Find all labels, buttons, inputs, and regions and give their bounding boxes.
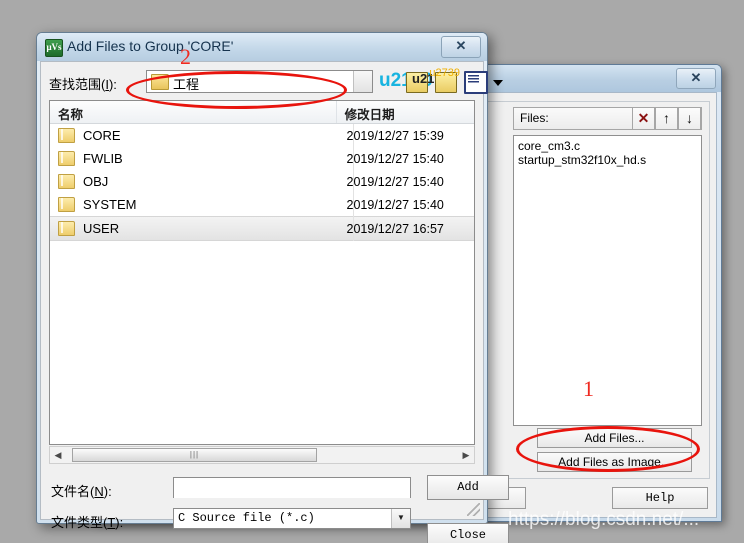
folder-icon	[58, 151, 75, 166]
chevron-down-icon[interactable]	[493, 79, 503, 86]
table-row[interactable]: SYSTEM 2019/12/27 15:40	[50, 193, 474, 216]
look-in-row: 查找范围(I): 工程	[49, 67, 503, 96]
dialog-toolbar	[379, 67, 503, 94]
chevron-down-icon[interactable]	[353, 71, 372, 92]
file-type-combobox[interactable]: C Source file (*.c) ▼	[173, 508, 411, 529]
files-panel: Files: ✕ ↑ ↓ core_cm3.c startup_stm32f10…	[513, 107, 702, 472]
row-date-cell: 2019/12/27 15:40	[346, 197, 444, 212]
folder-icon	[151, 74, 169, 90]
look-in-value: 工程	[173, 77, 200, 92]
table-row[interactable]: OBJ 2019/12/27 15:40	[50, 170, 474, 193]
folder-name: FWLIB	[83, 151, 123, 166]
file-name-field[interactable]	[174, 478, 410, 498]
folder-icon	[58, 221, 75, 236]
add-files-as-image-button[interactable]: Add Files as Image...	[537, 452, 692, 472]
column-header-name[interactable]: 名称	[50, 101, 337, 123]
row-date-cell: 2019/12/27 15:39	[346, 128, 444, 143]
row-date-cell: 2019/12/27 15:40	[346, 174, 444, 189]
add-files-dialog: μVs Add Files to Group 'CORE' ✕ 查找范围(I):…	[36, 32, 509, 543]
folder-icon	[58, 128, 75, 143]
table-row[interactable]: USER 2019/12/27 16:57	[50, 216, 474, 241]
scrollbar-thumb[interactable]: |||	[72, 448, 317, 462]
list-item[interactable]: startup_stm32f10x_hd.s	[518, 153, 697, 167]
folder-icon	[58, 174, 75, 189]
file-name-input[interactable]	[173, 477, 411, 498]
file-list-header: 名称 修改日期	[50, 101, 474, 124]
file-type-label: 文件类型(T):	[51, 515, 124, 530]
folder-name: USER	[83, 221, 120, 236]
remove-file-icon[interactable]: ✕	[632, 107, 655, 130]
file-list-rows: CORE 2019/12/27 15:39 FWLIB 2019/12/27 1…	[50, 124, 474, 241]
row-name-cell: FWLIB	[50, 151, 337, 166]
file-browser-list[interactable]: 名称 修改日期 CORE 2019/12/27 15:39 FWLIB 2019…	[49, 100, 475, 445]
column-divider	[353, 124, 354, 241]
move-file-up-icon[interactable]: ↑	[655, 107, 678, 130]
back-icon[interactable]	[379, 70, 433, 92]
dialog-title: Add Files to Group 'CORE'	[67, 38, 234, 54]
views-icon[interactable]	[464, 71, 488, 94]
table-row[interactable]: FWLIB 2019/12/27 15:40	[50, 147, 474, 170]
help-button[interactable]: Help	[612, 487, 708, 509]
table-row[interactable]: CORE 2019/12/27 15:39	[50, 124, 474, 147]
scroll-left-icon[interactable]: ◀	[50, 450, 66, 461]
files-toolbar: ✕ ↑ ↓	[632, 107, 701, 130]
row-date-cell: 2019/12/27 16:57	[346, 221, 444, 236]
new-folder-icon[interactable]	[429, 67, 460, 93]
files-label: Files:	[520, 111, 549, 125]
files-panel-header: Files: ✕ ↑ ↓	[513, 107, 702, 130]
dialog-titlebar[interactable]: μVs Add Files to Group 'CORE' ✕	[37, 33, 487, 61]
add-files-button[interactable]: Add Files...	[537, 428, 692, 448]
files-listbox[interactable]: core_cm3.c startup_stm32f10x_hd.s	[513, 135, 702, 426]
scroll-right-icon[interactable]: ▶	[458, 450, 474, 461]
file-name-label: 文件名(N):	[51, 484, 112, 499]
app-icon: μVs	[45, 39, 63, 57]
close-icon[interactable]: ✕	[441, 36, 481, 58]
list-item[interactable]: core_cm3.c	[518, 139, 697, 153]
row-date-cell: 2019/12/27 15:40	[346, 151, 444, 166]
look-in-label: 查找范围(I):	[49, 77, 117, 92]
row-name-cell: OBJ	[50, 174, 337, 189]
horizontal-scrollbar[interactable]: ◀ ||| ▶	[49, 446, 475, 464]
chevron-down-icon[interactable]: ▼	[391, 509, 410, 528]
look-in-combobox[interactable]: 工程	[146, 70, 373, 93]
add-button[interactable]: Add	[427, 475, 509, 500]
row-name-cell: SYSTEM	[50, 197, 337, 212]
column-header-date[interactable]: 修改日期	[337, 101, 474, 123]
resize-grip[interactable]	[467, 503, 480, 516]
close-icon[interactable]: ✕	[676, 68, 716, 89]
row-name-cell: CORE	[50, 128, 337, 143]
folder-icon	[58, 197, 75, 212]
up-folder-icon[interactable]	[406, 71, 449, 93]
scrollbar-track[interactable]: |||	[66, 447, 458, 463]
dialog-body: 查找范围(I): 工程 名称 修改日期	[40, 61, 509, 543]
folder-name: OBJ	[83, 174, 109, 189]
file-type-value: C Source file (*.c)	[178, 511, 315, 525]
folder-name: SYSTEM	[83, 197, 137, 212]
move-file-down-icon[interactable]: ↓	[678, 107, 701, 130]
close-button[interactable]: Close	[427, 523, 509, 543]
row-name-cell: USER	[50, 221, 337, 236]
folder-name: CORE	[83, 128, 121, 143]
